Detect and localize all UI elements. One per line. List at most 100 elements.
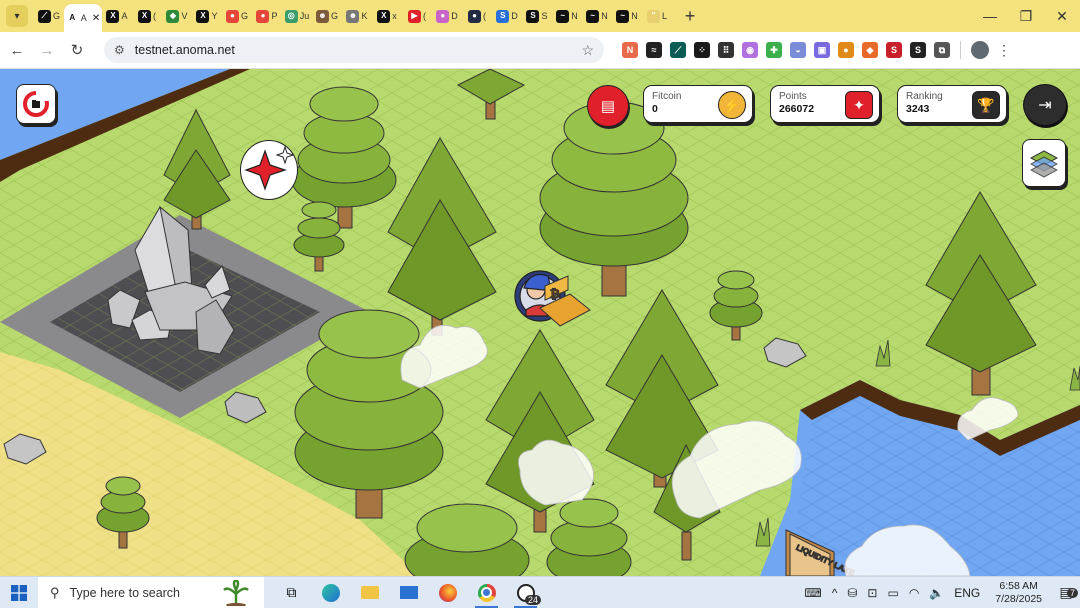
restore-button[interactable]: ❐ (1008, 0, 1044, 32)
windows-taskbar: ⚲ Type here to search ⧉ 24 ⌨ ^ ⛁ ⊡ ▭ ◠ 🔈… (0, 576, 1080, 608)
logout-button[interactable]: ⇥ (1023, 84, 1067, 126)
new-tab-button[interactable]: + (678, 6, 702, 27)
extension-icon[interactable]: ⁘ (694, 42, 710, 58)
notifications-button[interactable]: ▤ 7 (1052, 584, 1080, 601)
extension-icon[interactable]: ⧉ (934, 42, 950, 58)
browser-tab[interactable]: ~ N (552, 0, 582, 32)
browser-tab[interactable]: ● D (432, 0, 462, 32)
browser-tab[interactable]: Xx (372, 0, 402, 32)
extension-icon[interactable]: ⟋ (670, 42, 686, 58)
close-tab-button[interactable]: ✕ (92, 13, 100, 24)
map-layers-button[interactable] (1022, 139, 1066, 187)
browser-tab[interactable]: SS (522, 0, 552, 32)
search-icon: ⚲ (50, 584, 60, 600)
sparkle-icon (244, 145, 295, 191)
quest-scroll-button[interactable]: ▤ (587, 85, 629, 127)
extension-icon[interactable]: ✚ (766, 42, 782, 58)
browser-tab[interactable]: ◆ V (162, 0, 192, 32)
firefox-app[interactable] (428, 577, 467, 608)
anoma-logo-button[interactable] (16, 84, 56, 124)
folder-icon (360, 586, 379, 599)
extension-icon[interactable]: ▣ (814, 42, 830, 58)
profile-avatar[interactable] (971, 41, 989, 59)
extension-icon[interactable]: ◆ (862, 42, 878, 58)
browser-tab[interactable]: X( (132, 0, 162, 32)
sparkle-points-icon: ✦ (845, 91, 873, 119)
fitcoin-card: Fitcoin 0 ⚡ (643, 85, 753, 123)
clock-time: 6:58 AM (999, 579, 1038, 592)
close-window-button[interactable]: ✕ (1044, 0, 1080, 32)
extension-icon[interactable]: ≈ (646, 42, 662, 58)
browser-tab[interactable]: ~ N (582, 0, 612, 32)
game-viewport[interactable]: LIQUIDITY LAKE ₿ ▤ Fitcoin 0 ⚡ Points 26… (0, 69, 1080, 576)
volume-icon[interactable]: 🔈 (929, 586, 944, 600)
start-button[interactable] (0, 577, 38, 608)
browser-tab[interactable]: ☻ G (312, 0, 342, 32)
language-indicator[interactable]: ENG (954, 586, 980, 600)
browser-tab[interactable]: ● G (222, 0, 252, 32)
site-info-icon[interactable]: ⚙ (114, 43, 125, 57)
reload-button[interactable]: ↻ (64, 37, 90, 63)
tab-favicon-icon: S (496, 9, 510, 23)
forward-button[interactable]: → (34, 37, 60, 63)
wifi-icon[interactable]: ◠ (909, 586, 919, 600)
tab-title: D (451, 11, 458, 21)
app-tray-icon[interactable]: ⛁ (847, 586, 857, 600)
windows-logo-icon (11, 584, 27, 601)
isometric-map[interactable]: LIQUIDITY LAKE ₿ (0, 69, 1080, 576)
browser-tab[interactable]: ●( (462, 0, 492, 32)
clock-date: 7/28/2025 (995, 592, 1042, 605)
minimize-button[interactable]: — (972, 0, 1008, 32)
edge-app[interactable] (311, 577, 350, 608)
browser-tab[interactable]: ● P (252, 0, 282, 32)
bookmark-star-icon[interactable]: ☆ (581, 42, 594, 59)
battery-icon[interactable]: ▭ (887, 586, 898, 600)
browser-tab[interactable]: ◎ Ju (282, 0, 312, 32)
meet-now-icon[interactable]: ⊡ (867, 586, 877, 600)
lightning-icon: ⚡ (718, 91, 746, 119)
browser-tab[interactable]: ~ N (612, 0, 642, 32)
tab-title: G (240, 11, 248, 21)
extension-icon[interactable]: N (622, 42, 638, 58)
extension-icon[interactable]: S (886, 42, 902, 58)
whatsapp-app[interactable]: 24 (506, 577, 545, 608)
tab-search-button[interactable]: ▾ (6, 5, 28, 27)
file-explorer-app[interactable] (350, 577, 389, 608)
show-hidden-icons-icon[interactable]: ^ (832, 586, 838, 600)
extension-icon[interactable]: ◒ (790, 42, 806, 58)
ranking-card: Ranking 3243 🏆 (897, 85, 1007, 123)
address-bar[interactable]: ⚙ testnet.anoma.net ☆ (104, 37, 604, 63)
browser-tab[interactable]: XA (102, 0, 132, 32)
extension-icon[interactable]: S (910, 42, 926, 58)
browser-tab[interactable]: ▶( (402, 0, 432, 32)
browser-tab[interactable]: SD (492, 0, 522, 32)
tab-favicon-icon: ● (225, 9, 239, 23)
keyboard-icon[interactable]: ⌨ (804, 586, 821, 600)
browser-tab[interactable]: " L (642, 0, 672, 32)
trophy-icon: 🏆 (972, 91, 1000, 119)
star-bubble[interactable] (240, 140, 298, 200)
browser-tab[interactable]: XY (192, 0, 222, 32)
logout-icon: ⇥ (1038, 97, 1052, 114)
url-text[interactable]: testnet.anoma.net (135, 43, 582, 57)
extension-icon[interactable]: ● (838, 42, 854, 58)
tab-favicon-icon: ~ (586, 9, 600, 23)
clock[interactable]: 6:58 AM 7/28/2025 (995, 580, 1042, 606)
tab-favicon-icon: S (526, 9, 540, 23)
browser-tab[interactable]: ⟋ G (34, 0, 64, 32)
svg-text:₿: ₿ (550, 287, 560, 301)
browser-menu-icon[interactable]: ⋮ (997, 42, 1011, 59)
extension-icon[interactable]: ◉ (742, 42, 758, 58)
tab-favicon-icon: " (646, 9, 660, 23)
browser-tab[interactable]: A A ✕ (64, 4, 102, 32)
task-view-button[interactable]: ⧉ (272, 577, 311, 608)
tab-strip: ▾ ⟋ G A A ✕ X A X(◆ V X Y ● G ● P ◎ Ju ☻ G ☻ K Xx ▶(● D ●(S D S S ~ N… (0, 0, 1080, 32)
mail-app[interactable] (389, 577, 428, 608)
tab-title: x (392, 11, 397, 21)
layers-icon (1029, 150, 1059, 178)
extension-icon[interactable]: ⠿ (718, 42, 734, 58)
back-button[interactable]: ← (4, 37, 30, 63)
taskbar-search[interactable]: ⚲ Type here to search (38, 577, 264, 608)
chrome-app[interactable] (467, 577, 506, 608)
browser-tab[interactable]: ☻ K (342, 0, 372, 32)
